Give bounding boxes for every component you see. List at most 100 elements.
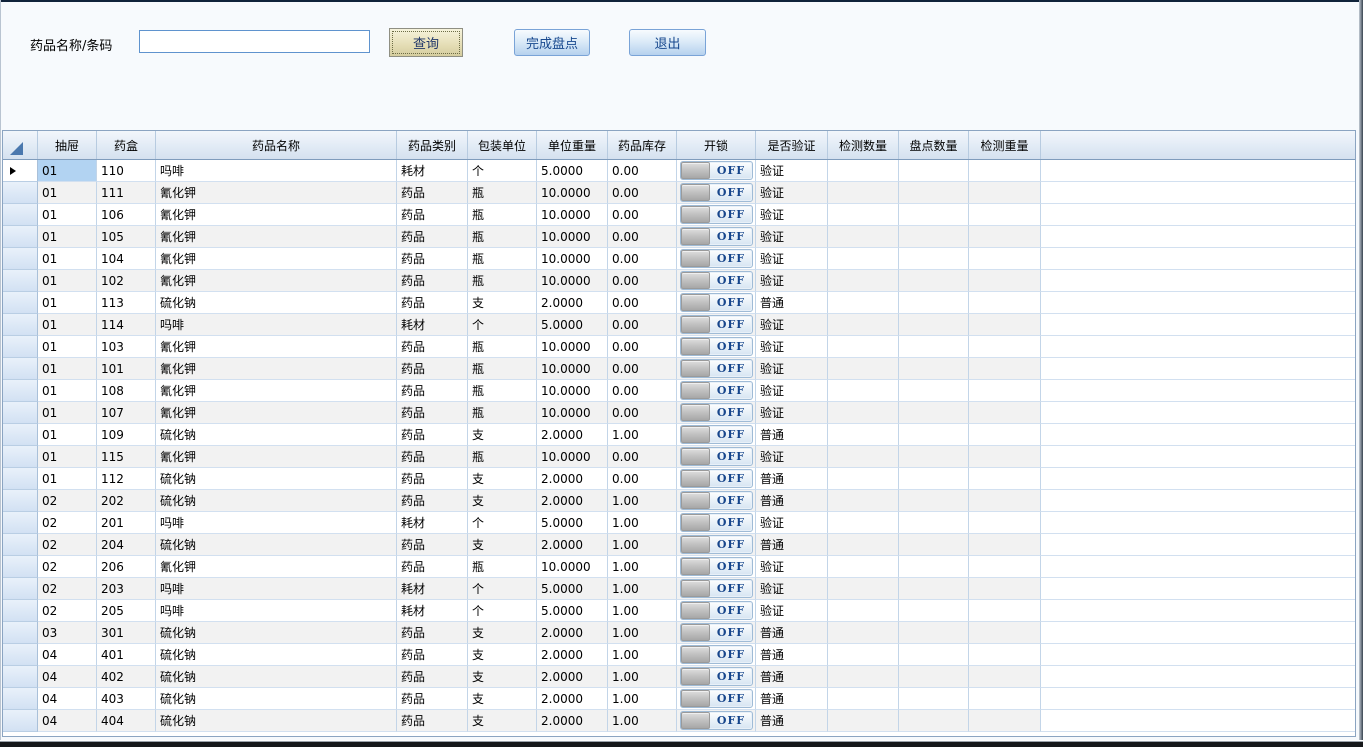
lock-toggle[interactable]: OFF — [680, 161, 753, 180]
cell-drawer[interactable]: 01 — [38, 468, 97, 490]
cell-stock[interactable]: 0.00 — [608, 226, 677, 248]
lock-toggle[interactable]: OFF — [680, 711, 753, 730]
cell-unit-weight[interactable]: 10.0000 — [537, 358, 608, 380]
cell-detect-qty[interactable] — [828, 226, 899, 248]
cell-verify-type[interactable]: 普通 — [756, 622, 828, 644]
cell-box[interactable]: 113 — [97, 292, 156, 314]
cell-verify-type[interactable]: 验证 — [756, 512, 828, 534]
row-header[interactable] — [3, 556, 38, 578]
cell-detect-weight[interactable] — [969, 578, 1041, 600]
toggle-knob[interactable] — [681, 294, 710, 311]
cell-count-qty[interactable] — [899, 380, 969, 402]
lock-toggle[interactable]: OFF — [680, 469, 753, 488]
cell-unit-weight[interactable]: 10.0000 — [537, 270, 608, 292]
cell-count-qty[interactable] — [899, 424, 969, 446]
cell-verify-type[interactable]: 验证 — [756, 204, 828, 226]
cell-count-qty[interactable] — [899, 622, 969, 644]
cell-stock[interactable]: 0.00 — [608, 270, 677, 292]
cell-box[interactable]: 204 — [97, 534, 156, 556]
column-header-8[interactable]: 是否验证 — [756, 131, 828, 159]
cell-package-unit[interactable]: 个 — [468, 578, 537, 600]
row-header[interactable] — [3, 490, 38, 512]
cell-category[interactable]: 药品 — [397, 336, 468, 358]
cell-detect-weight[interactable] — [969, 710, 1041, 732]
cell-package-unit[interactable]: 个 — [468, 160, 537, 182]
cell-unit-weight[interactable]: 5.0000 — [537, 512, 608, 534]
cell-count-qty[interactable] — [899, 160, 969, 182]
cell-lock[interactable]: OFF — [677, 424, 756, 446]
toggle-knob[interactable] — [681, 250, 710, 267]
toggle-knob[interactable] — [681, 624, 710, 641]
column-header-10[interactable]: 盘点数量 — [899, 131, 969, 159]
lock-toggle[interactable]: OFF — [680, 623, 753, 642]
cell-lock[interactable]: OFF — [677, 182, 756, 204]
cell-stock[interactable]: 0.00 — [608, 446, 677, 468]
lock-toggle[interactable]: OFF — [680, 359, 753, 378]
cell-unit-weight[interactable]: 10.0000 — [537, 204, 608, 226]
cell-unit-weight[interactable]: 5.0000 — [537, 578, 608, 600]
cell-category[interactable]: 耗材 — [397, 160, 468, 182]
cell-drawer[interactable]: 01 — [38, 314, 97, 336]
cell-stock[interactable]: 0.00 — [608, 182, 677, 204]
cell-stock[interactable]: 1.00 — [608, 688, 677, 710]
cell-package-unit[interactable]: 支 — [468, 534, 537, 556]
cell-category[interactable]: 药品 — [397, 380, 468, 402]
cell-detect-qty[interactable] — [828, 248, 899, 270]
cell-drawer[interactable]: 02 — [38, 556, 97, 578]
cell-drug-name[interactable]: 氰化钾 — [156, 270, 397, 292]
cell-drawer[interactable]: 01 — [38, 204, 97, 226]
cell-box[interactable]: 403 — [97, 688, 156, 710]
lock-toggle[interactable]: OFF — [680, 513, 753, 532]
row-header[interactable] — [3, 204, 38, 226]
cell-detect-weight[interactable] — [969, 270, 1041, 292]
cell-unit-weight[interactable]: 2.0000 — [537, 534, 608, 556]
toggle-knob[interactable] — [681, 712, 710, 729]
cell-detect-weight[interactable] — [969, 402, 1041, 424]
cell-drawer[interactable]: 04 — [38, 666, 97, 688]
toggle-knob[interactable] — [681, 690, 710, 707]
cell-category[interactable]: 耗材 — [397, 600, 468, 622]
lock-toggle[interactable]: OFF — [680, 315, 753, 334]
cell-drug-name[interactable]: 氰化钾 — [156, 358, 397, 380]
cell-stock[interactable]: 1.00 — [608, 710, 677, 732]
cell-verify-type[interactable]: 验证 — [756, 578, 828, 600]
cell-count-qty[interactable] — [899, 578, 969, 600]
cell-box[interactable]: 112 — [97, 468, 156, 490]
cell-drug-name[interactable]: 硫化钠 — [156, 468, 397, 490]
cell-category[interactable]: 药品 — [397, 182, 468, 204]
cell-detect-weight[interactable] — [969, 534, 1041, 556]
cell-stock[interactable]: 1.00 — [608, 512, 677, 534]
cell-verify-type[interactable]: 验证 — [756, 402, 828, 424]
cell-category[interactable]: 药品 — [397, 424, 468, 446]
cell-box[interactable]: 205 — [97, 600, 156, 622]
column-header-7[interactable]: 开锁 — [677, 131, 756, 159]
row-header[interactable] — [3, 688, 38, 710]
toggle-knob[interactable] — [681, 426, 710, 443]
cell-stock[interactable]: 0.00 — [608, 468, 677, 490]
cell-unit-weight[interactable]: 10.0000 — [537, 556, 608, 578]
cell-count-qty[interactable] — [899, 666, 969, 688]
cell-verify-type[interactable]: 普通 — [756, 710, 828, 732]
column-header-11[interactable]: 检测重量 — [969, 131, 1041, 159]
row-header[interactable] — [3, 644, 38, 666]
row-header[interactable] — [3, 512, 38, 534]
cell-drawer[interactable]: 02 — [38, 578, 97, 600]
toggle-knob[interactable] — [681, 448, 710, 465]
row-header[interactable] — [3, 600, 38, 622]
cell-package-unit[interactable]: 支 — [468, 468, 537, 490]
cell-package-unit[interactable]: 支 — [468, 292, 537, 314]
cell-lock[interactable]: OFF — [677, 336, 756, 358]
cell-count-qty[interactable] — [899, 710, 969, 732]
cell-drug-name[interactable]: 吗啡 — [156, 578, 397, 600]
toggle-knob[interactable] — [681, 338, 710, 355]
cell-lock[interactable]: OFF — [677, 446, 756, 468]
cell-drawer[interactable]: 01 — [38, 336, 97, 358]
cell-detect-weight[interactable] — [969, 556, 1041, 578]
cell-package-unit[interactable]: 瓶 — [468, 380, 537, 402]
cell-verify-type[interactable]: 验证 — [756, 446, 828, 468]
cell-count-qty[interactable] — [899, 358, 969, 380]
cell-count-qty[interactable] — [899, 336, 969, 358]
column-header-2[interactable]: 药品名称 — [156, 131, 397, 159]
row-header[interactable] — [3, 710, 38, 732]
cell-box[interactable]: 103 — [97, 336, 156, 358]
